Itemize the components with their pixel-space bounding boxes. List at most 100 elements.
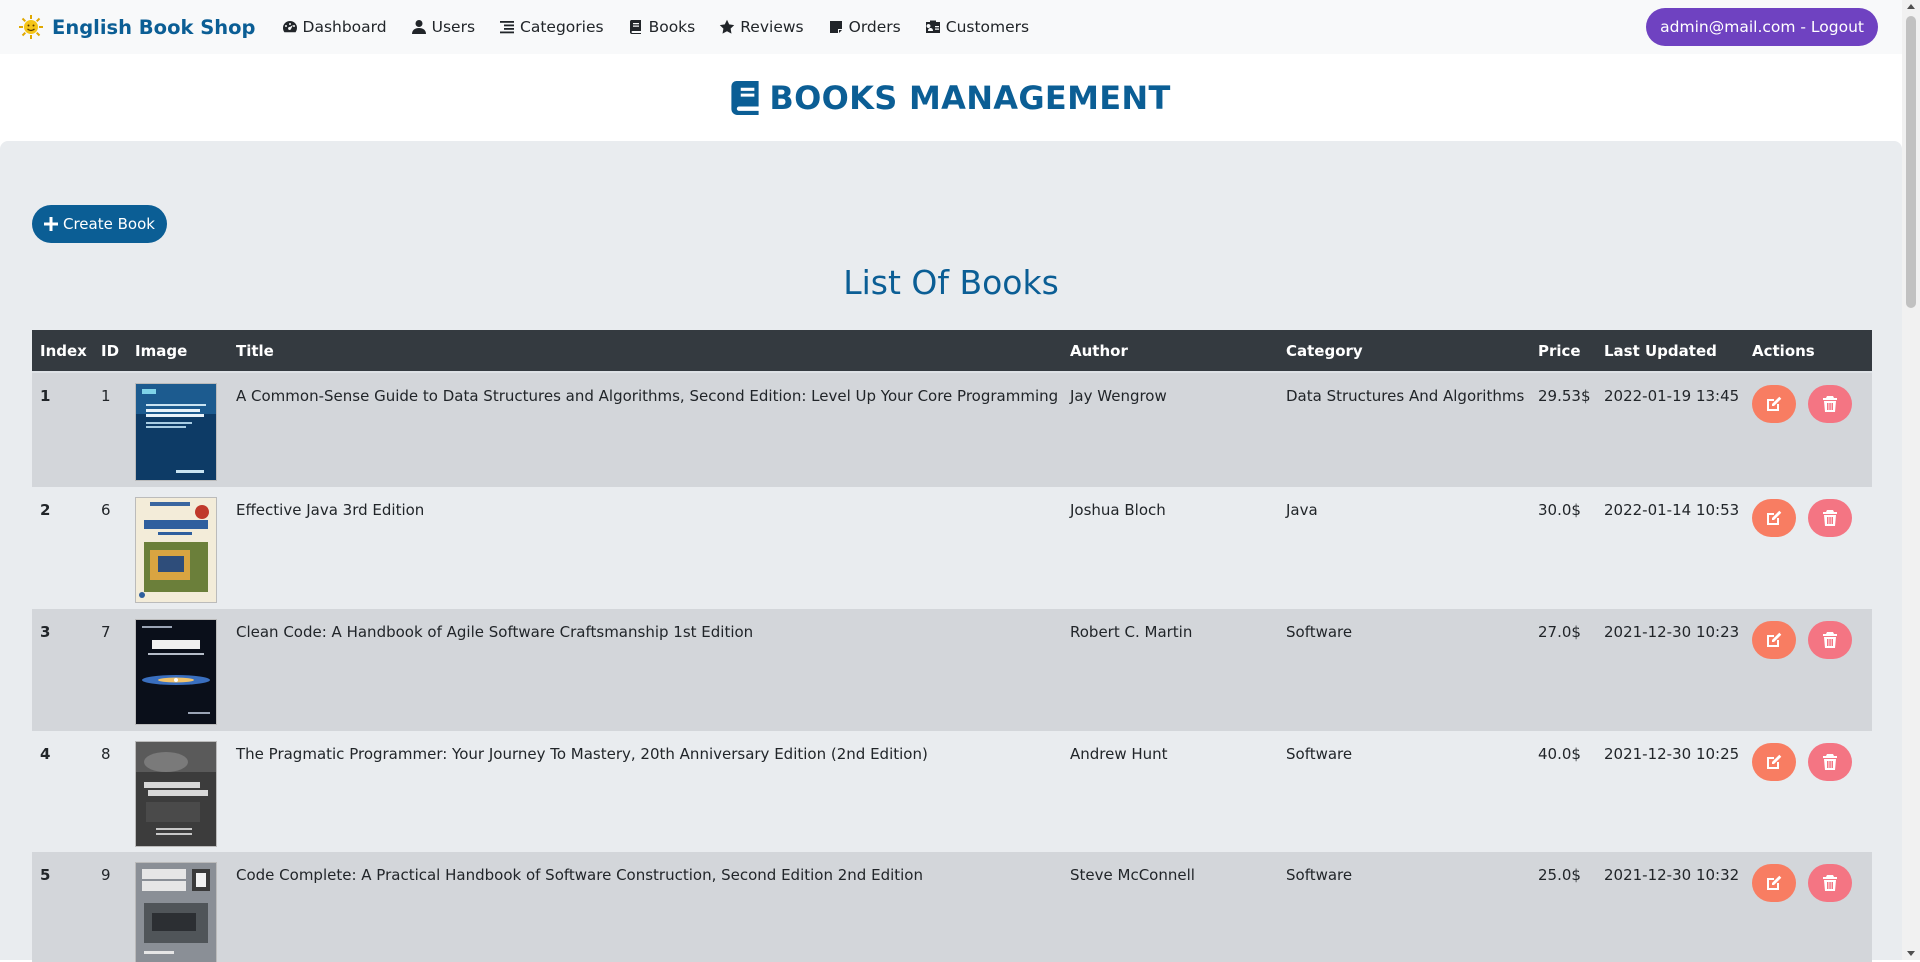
row-image-cell bbox=[127, 609, 228, 731]
trash-icon bbox=[1823, 754, 1837, 770]
row-author: Andrew Hunt bbox=[1070, 745, 1168, 763]
page-header: BOOKS MANAGEMENT bbox=[0, 54, 1902, 141]
nav-item-orders[interactable]: Orders bbox=[828, 18, 901, 36]
nav-links: Dashboard Users Categories Books Reviews… bbox=[282, 18, 1054, 36]
sticky-note-icon bbox=[829, 21, 842, 33]
brand[interactable]: English Book Shop bbox=[18, 14, 256, 40]
brand-name: English Book Shop bbox=[52, 15, 256, 39]
row-index: 4 bbox=[40, 745, 51, 763]
row-id: 7 bbox=[101, 623, 111, 641]
nav-label: Reviews bbox=[740, 18, 804, 36]
vertical-scrollbar[interactable] bbox=[1902, 0, 1920, 960]
nav-label: Users bbox=[431, 18, 476, 36]
code-complete-cover-image[interactable] bbox=[135, 862, 217, 962]
list-icon bbox=[500, 21, 515, 34]
row-price: 25.0$ bbox=[1538, 866, 1581, 884]
scroll-up-arrow-icon[interactable] bbox=[1907, 4, 1915, 9]
nav-label: Dashboard bbox=[302, 18, 387, 36]
row-title: Clean Code: A Handbook of Agile Software… bbox=[236, 623, 754, 641]
edit-icon bbox=[1767, 396, 1782, 411]
row-last-updated: 2021-12-30 10:25 bbox=[1604, 745, 1740, 763]
scroll-down-arrow-icon[interactable] bbox=[1907, 951, 1915, 956]
user-icon bbox=[411, 20, 426, 34]
nav-item-users[interactable]: Users bbox=[411, 18, 475, 36]
nav-item-customers[interactable]: Customers bbox=[925, 18, 1029, 36]
scrollbar-thumb[interactable] bbox=[1906, 16, 1916, 308]
row-title: The Pragmatic Programmer: Your Journey T… bbox=[236, 745, 928, 763]
table-row: 5 9 Code Complete: A Practical Handbook … bbox=[32, 852, 1872, 962]
trash-icon bbox=[1823, 396, 1837, 412]
row-actions bbox=[1744, 609, 1872, 731]
row-category: Software bbox=[1286, 866, 1353, 884]
row-image-cell bbox=[127, 373, 228, 487]
effective-java-cover-image[interactable] bbox=[135, 497, 217, 603]
nav-label: Orders bbox=[848, 18, 901, 36]
edit-icon bbox=[1767, 875, 1782, 890]
row-category: Java bbox=[1286, 501, 1318, 519]
nav-item-categories[interactable]: Categories bbox=[499, 18, 604, 36]
edit-icon bbox=[1767, 754, 1782, 769]
nav-item-books[interactable]: Books bbox=[628, 18, 695, 36]
nav-item-dashboard[interactable]: Dashboard bbox=[282, 18, 387, 36]
row-title: Effective Java 3rd Edition bbox=[236, 501, 425, 519]
book-icon bbox=[731, 80, 760, 115]
row-image-cell bbox=[127, 852, 228, 962]
row-actions bbox=[1744, 373, 1872, 487]
top-navbar: English Book Shop Dashboard Users Catego… bbox=[0, 0, 1902, 54]
table-header: Index ID Image Title Author Category Pri… bbox=[32, 330, 1872, 373]
row-last-updated: 2022-01-19 13:45 bbox=[1604, 387, 1740, 405]
row-last-updated: 2022-01-14 10:53 bbox=[1604, 501, 1740, 519]
row-id: 1 bbox=[101, 387, 111, 405]
row-id: 8 bbox=[101, 745, 111, 763]
row-index: 5 bbox=[40, 866, 51, 884]
pragmatic-programmer-cover-image[interactable] bbox=[135, 741, 217, 847]
column-header-last-updated: Last Updated bbox=[1604, 341, 1717, 360]
row-category: Data Structures And Algorithms bbox=[1286, 387, 1525, 405]
trash-icon bbox=[1823, 875, 1837, 891]
table-row: 1 1 A Common-Sense Guide to Data Structu… bbox=[32, 373, 1872, 487]
column-header-index: Index bbox=[40, 341, 87, 360]
edit-icon bbox=[1767, 510, 1782, 525]
logout-button[interactable]: admin@mail.com - Logout bbox=[1646, 8, 1878, 46]
table-row: 3 7 Clean Code: A Handbook of Agile Soft… bbox=[32, 609, 1872, 731]
nav-item-reviews[interactable]: Reviews bbox=[719, 18, 804, 36]
edit-button[interactable] bbox=[1752, 864, 1796, 902]
delete-button[interactable] bbox=[1808, 385, 1852, 423]
row-price: 27.0$ bbox=[1538, 623, 1581, 641]
data-structures-cover-image[interactable] bbox=[135, 383, 217, 481]
row-title: A Common-Sense Guide to Data Structures … bbox=[236, 387, 1059, 405]
star-icon bbox=[720, 19, 735, 34]
clean-code-cover-image[interactable] bbox=[135, 619, 217, 725]
column-header-actions: Actions bbox=[1752, 341, 1815, 360]
delete-button[interactable] bbox=[1808, 499, 1852, 537]
column-header-title: Title bbox=[236, 341, 274, 360]
row-actions bbox=[1744, 487, 1872, 609]
row-author: Jay Wengrow bbox=[1070, 387, 1167, 405]
edit-button[interactable] bbox=[1752, 499, 1796, 537]
book-icon bbox=[629, 20, 641, 34]
row-author: Steve McConnell bbox=[1070, 866, 1195, 884]
create-book-label: Create Book bbox=[63, 215, 155, 233]
column-header-id: ID bbox=[101, 341, 120, 360]
row-id: 6 bbox=[101, 501, 111, 519]
books-table: Index ID Image Title Author Category Pri… bbox=[32, 330, 1872, 962]
row-title: Code Complete: A Practical Handbook of S… bbox=[236, 866, 923, 884]
row-author: Joshua Bloch bbox=[1070, 501, 1166, 519]
delete-button[interactable] bbox=[1808, 621, 1852, 659]
create-book-button[interactable]: Create Book bbox=[32, 205, 167, 243]
edit-button[interactable] bbox=[1752, 385, 1796, 423]
row-category: Software bbox=[1286, 623, 1353, 641]
delete-button[interactable] bbox=[1808, 743, 1852, 781]
dashboard-icon bbox=[282, 21, 297, 33]
delete-button[interactable] bbox=[1808, 864, 1852, 902]
row-last-updated: 2021-12-30 10:23 bbox=[1604, 623, 1740, 641]
edit-button[interactable] bbox=[1752, 621, 1796, 659]
content-panel: Create Book List Of Books Index ID Image… bbox=[0, 141, 1902, 962]
page-title-text: BOOKS MANAGEMENT bbox=[769, 78, 1171, 117]
row-index: 2 bbox=[40, 501, 51, 519]
sun-logo-icon bbox=[19, 15, 43, 39]
id-badge-icon bbox=[925, 20, 940, 33]
column-header-price: Price bbox=[1538, 341, 1581, 360]
edit-button[interactable] bbox=[1752, 743, 1796, 781]
row-last-updated: 2021-12-30 10:32 bbox=[1604, 866, 1740, 884]
